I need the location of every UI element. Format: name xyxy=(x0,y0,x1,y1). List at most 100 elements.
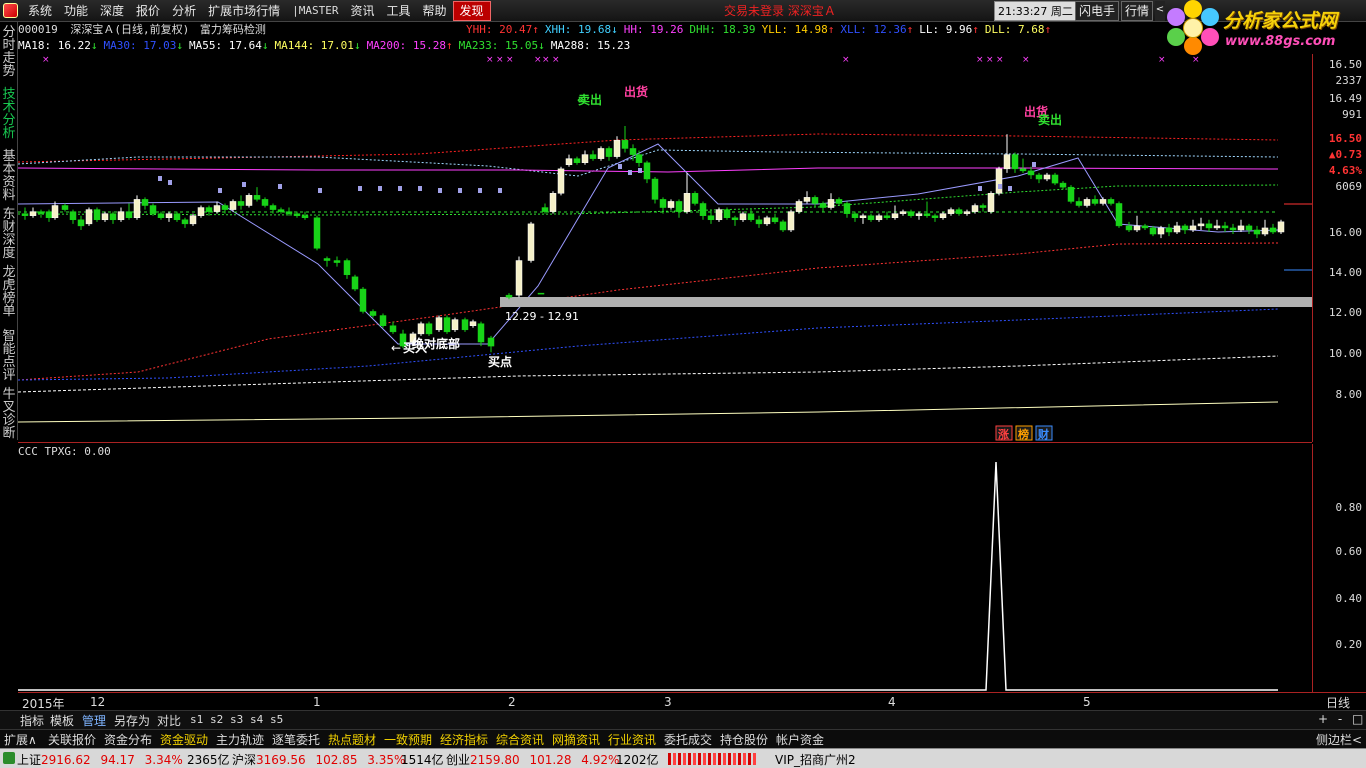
candle-body xyxy=(1237,225,1245,231)
candle-body xyxy=(963,211,971,214)
menu-tools[interactable]: 工具 xyxy=(380,0,416,22)
indicator-text: MA18: 16.22 xyxy=(18,39,91,52)
tool-slot-s3[interactable]: s3 xyxy=(230,713,243,726)
menu-function[interactable]: 功能 xyxy=(58,0,94,22)
candle-body xyxy=(435,317,443,331)
tool-compare[interactable]: 对比 xyxy=(157,712,181,729)
menu-ext-market[interactable]: 扩展市场行情 xyxy=(202,0,286,22)
func-expand[interactable]: 扩展∧ xyxy=(4,731,37,748)
func-economic[interactable]: 经济指标 xyxy=(440,731,488,748)
menu-depth[interactable]: 深度 xyxy=(94,0,130,22)
menu-bar: 系统 功能 深度 报价 分析 扩展市场行情 |MASTER 资讯 工具 帮助 发… xyxy=(0,0,1366,22)
ticker-sh[interactable]: 上证2916.62 94.17 3.34% xyxy=(17,751,183,768)
candle-body xyxy=(477,323,485,343)
func-holdings[interactable]: 持仓股份 xyxy=(720,731,768,748)
func-industry-news[interactable]: 行业资讯 xyxy=(608,731,656,748)
index-ticker: 上证2916.62 94.17 3.34% 2365亿 沪深3169.56 10… xyxy=(0,748,1366,768)
vip-server[interactable]: VIP_招商广州2 xyxy=(775,751,856,768)
collapse-button[interactable]: < xyxy=(1155,1,1165,21)
info-amount: 991 xyxy=(1342,108,1362,121)
indicator-arrow: ↓ xyxy=(353,39,361,52)
candle-body xyxy=(859,215,867,218)
mini-tag: 财 xyxy=(1037,427,1049,441)
tool-slot-s2[interactable]: s2 xyxy=(210,713,223,726)
candle-body xyxy=(899,211,907,214)
menu-system[interactable]: 系统 xyxy=(22,0,58,22)
menu-discover[interactable]: 发现 xyxy=(452,1,491,21)
sub-chart[interactable] xyxy=(18,444,1312,692)
sell-signal-label: 卖出 xyxy=(1038,112,1062,127)
candle-body xyxy=(487,337,495,347)
tool-slot-s1[interactable]: s1 xyxy=(190,713,203,726)
menu-help[interactable]: 帮助 xyxy=(416,0,452,22)
func-consensus[interactable]: 一致预期 xyxy=(384,731,432,748)
tab-intraday[interactable]: 分时走势 xyxy=(0,26,18,78)
candle-body xyxy=(907,211,915,216)
period-label[interactable]: 日线 xyxy=(1326,694,1350,711)
tool-manage[interactable]: 管理 xyxy=(82,712,106,729)
indicator-value: MA288: 15.23 xyxy=(551,39,630,52)
tool-slot-s5[interactable]: s5 xyxy=(270,713,283,726)
candle-body xyxy=(323,258,331,261)
func-web-digest[interactable]: 网摘资讯 xyxy=(552,731,600,748)
chip-marker xyxy=(498,188,502,193)
indicator-arrow: ↑ xyxy=(1044,23,1052,36)
indicator-value: MA30: 17.03↓ xyxy=(103,39,182,52)
market-button[interactable]: 行情 xyxy=(1121,1,1153,21)
candle-body xyxy=(891,213,899,218)
func-hot-topics[interactable]: 热点题材 xyxy=(328,731,376,748)
candle-body xyxy=(739,213,747,221)
menu-analysis[interactable]: 分析 xyxy=(166,0,202,22)
signal-x-marker: × xyxy=(1192,55,1200,65)
indicator-arrow: ↓ xyxy=(611,23,618,36)
sidebar-toggle[interactable]: 侧边栏< xyxy=(1316,731,1362,748)
func-main-track[interactable]: 主力轨迹 xyxy=(216,731,264,748)
main-chart[interactable]: × × × × × × × × × × × × × × 卖出 ← 出货 出货 卖出 买入 ← 绝对底部 买点 12.29 - … xyxy=(18,54,1312,442)
candle-body xyxy=(269,205,277,210)
bottom-signal-label: 绝对底部 xyxy=(412,336,460,351)
tab-technical[interactable]: 技术分析 xyxy=(0,88,18,140)
indicator-value: YLL: 14.98↑ xyxy=(762,23,835,36)
func-composite-news[interactable]: 综合资讯 xyxy=(496,731,544,748)
tool-slot-s4[interactable]: s4 xyxy=(250,713,263,726)
candle-body xyxy=(469,321,477,326)
func-fund-driver[interactable]: 资金驱动 xyxy=(160,731,208,748)
tool-template[interactable]: 模板 xyxy=(50,712,74,729)
func-account-funds[interactable]: 帐户资金 xyxy=(776,731,824,748)
tool-save-as[interactable]: 另存为 xyxy=(114,712,150,729)
candle-body xyxy=(237,201,245,206)
tool-indicator[interactable]: 指标 xyxy=(20,712,44,729)
ticker-bar xyxy=(698,753,701,765)
tab-fundamentals[interactable]: 基本资料 xyxy=(0,150,18,202)
ticker-hs[interactable]: 沪深3169.56 102.85 3.35% xyxy=(232,751,405,768)
zoom-controls[interactable]: + - □ xyxy=(1318,712,1366,726)
tpxg-signal-line xyxy=(18,461,1278,691)
tab-eastmoney-depth[interactable]: 东财深度 xyxy=(0,208,18,260)
mini-tag: 榜 xyxy=(1018,427,1029,441)
candle-body xyxy=(213,205,221,212)
func-related-quote[interactable]: 关联报价 xyxy=(48,731,96,748)
menu-news[interactable]: 资讯 xyxy=(344,0,380,22)
candle-body xyxy=(1245,225,1253,231)
chip-marker xyxy=(1008,186,1012,191)
tab-diagnosis[interactable]: 牛叉诊断 xyxy=(0,388,18,440)
menu-master[interactable]: |MASTER xyxy=(286,0,344,22)
tab-dragon-tiger[interactable]: 龙虎榜单 xyxy=(0,266,18,318)
tab-smart-review[interactable]: 智能点评 xyxy=(0,330,18,382)
func-fund-distribution[interactable]: 资金分布 xyxy=(104,731,152,748)
price-axis-tick: 16.00 xyxy=(1328,226,1362,239)
candle-body xyxy=(843,203,851,214)
ship-signal-label: 出货 xyxy=(624,84,648,99)
func-tick-orders[interactable]: 逐笔委托 xyxy=(272,731,320,748)
candle-body xyxy=(557,168,565,194)
app-logo[interactable] xyxy=(0,0,22,22)
candle-body xyxy=(1173,225,1181,233)
ticker-hs-volume: 1514亿 xyxy=(401,753,444,767)
lightning-trade-button[interactable]: 闪电手 xyxy=(1075,1,1119,21)
price-axis-tick: 8.00 xyxy=(1335,388,1363,401)
signal-x-marker: × xyxy=(506,55,514,65)
ticker-cy[interactable]: 创业2159.80 101.28 4.92% xyxy=(446,751,619,768)
menu-quote[interactable]: 报价 xyxy=(130,0,166,22)
signal-x-marker: × xyxy=(534,55,542,65)
func-order-fill[interactable]: 委托成交 xyxy=(664,731,712,748)
